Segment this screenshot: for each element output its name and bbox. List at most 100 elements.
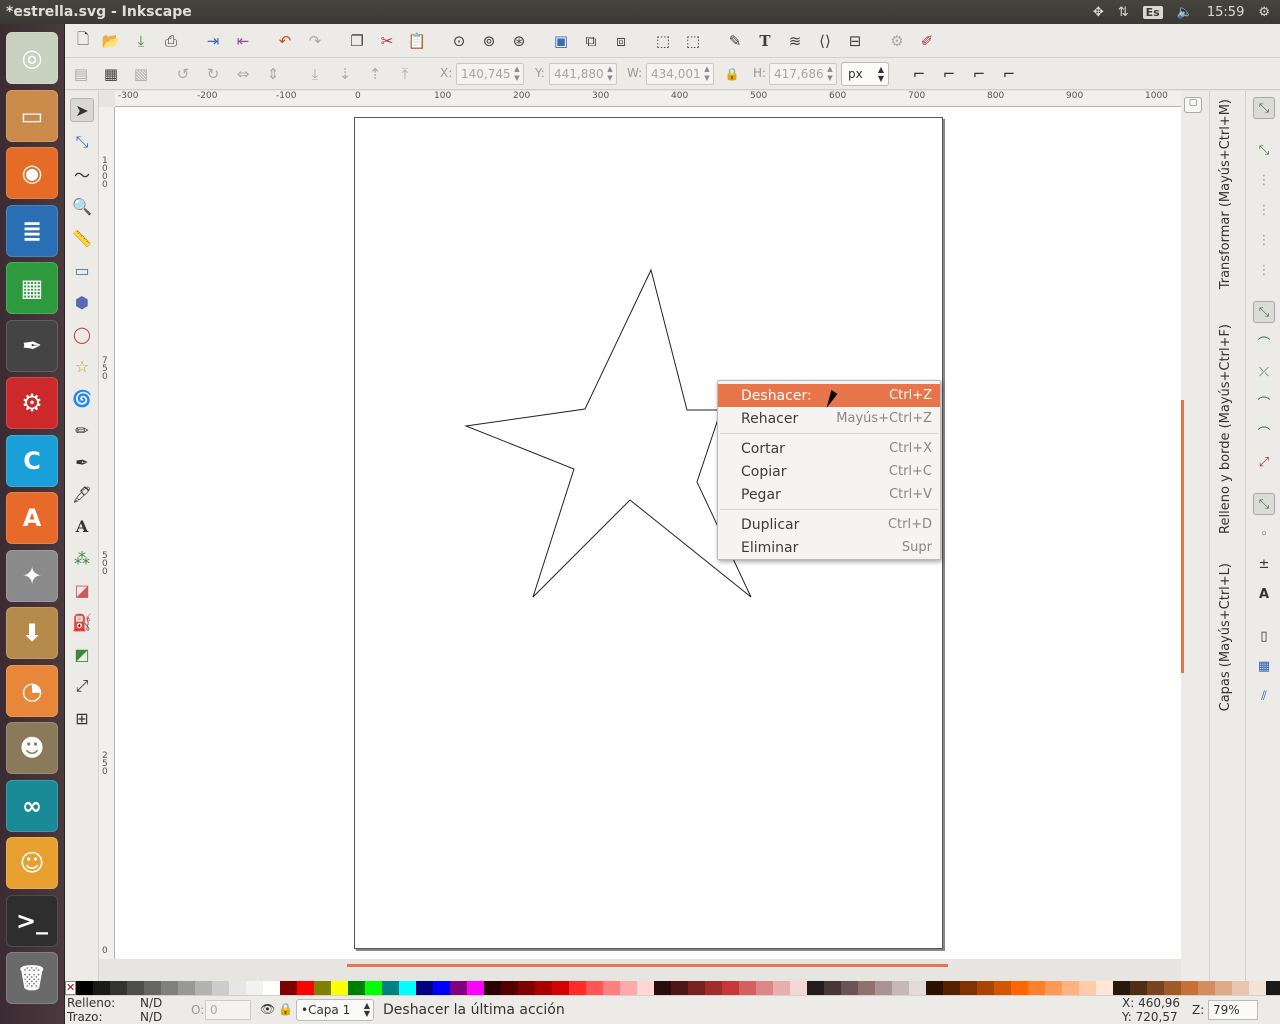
system-settings-icon[interactable]: ✦ [6,549,58,602]
menu-item-eliminar[interactable]: Eliminar Supr [718,536,940,559]
color-swatch[interactable] [824,981,842,995]
connector-tool-icon[interactable]: ⊞ [70,706,94,730]
lower-to-bottom-icon[interactable]: ⤓ [304,63,326,85]
open-file-icon[interactable]: 📂 [100,30,122,52]
dash-icon[interactable]: ◎ [6,32,58,84]
color-swatch[interactable] [994,981,1012,995]
files-icon[interactable]: ▭ [6,89,58,142]
snap-line-midpoints-icon[interactable]: ⤢ [1253,451,1275,473]
horizontal-ruler[interactable]: -300 -200 -100 0 100 200 300 400 500 600 700 800 900… [115,91,1181,107]
color-swatch[interactable] [654,981,672,995]
transform-dialog-tab[interactable]: Transformar (Mayús+Ctrl+M) [1218,99,1233,289]
color-swatch[interactable] [620,981,638,995]
keyboard-language-indicator[interactable]: Es [1142,5,1163,19]
snap-bbox-corner-icon[interactable]: ⋮ [1253,199,1275,221]
color-swatch[interactable] [1045,981,1063,995]
scratch-icon[interactable]: ☺ [6,837,58,889]
color-swatch[interactable] [161,981,179,995]
paint-bucket-tool-icon[interactable]: ⛽ [70,610,94,634]
group-icon[interactable]: ⬚ [652,30,674,52]
color-swatch[interactable] [569,981,587,995]
clock[interactable]: 15:59 [1207,5,1244,20]
3d-box-tool-icon[interactable]: ⬢ [70,290,94,314]
color-swatch[interactable] [1096,981,1114,995]
export-icon[interactable]: ⇤ [232,30,254,52]
zoom-selection-icon[interactable]: ⊙ [448,30,470,52]
color-swatch[interactable] [484,981,502,995]
snap-page-border-icon[interactable]: ▯ [1253,625,1275,647]
color-swatch[interactable] [144,981,162,995]
fill-stroke-dialog-icon[interactable]: ✎ [724,30,746,52]
dropbox-icon[interactable]: ✥ [1093,5,1104,20]
snap-guides-icon[interactable]: ⫽ [1253,685,1275,707]
color-swatch[interactable] [518,981,536,995]
rotate-cw-icon[interactable]: ↻ [202,63,224,85]
color-swatch[interactable] [960,981,978,995]
node-tool-icon[interactable]: ⤡ [70,130,94,154]
color-swatch[interactable] [1062,981,1080,995]
align-distribute-icon[interactable]: ⊟ [844,30,866,52]
toggle-lock-icon[interactable]: 🔒 [278,1002,293,1016]
color-swatch[interactable] [892,981,910,995]
horizontal-scroll-thumb[interactable] [347,964,948,967]
menu-item-duplicar[interactable]: Duplicar Ctrl+D [718,513,940,536]
width-field[interactable]: 434,001 ▲ ▼ [646,63,714,85]
snap-intersections-icon[interactable]: ⤫ [1253,361,1275,383]
color-swatch[interactable] [467,981,485,995]
eraser-tool-icon[interactable]: ◪ [70,578,94,602]
network-icon[interactable]: ⇅ [1118,5,1129,20]
color-swatch[interactable] [501,981,519,995]
scale-stroke-icon[interactable]: ⌐ [908,63,930,85]
import-icon[interactable]: ⇥ [202,30,224,52]
zoom-page-icon[interactable]: ⊛ [508,30,530,52]
spray-tool-icon[interactable]: ⁂ [70,546,94,570]
color-swatch[interactable] [399,981,417,995]
color-swatch[interactable] [943,981,961,995]
color-swatch[interactable] [535,981,553,995]
color-swatch[interactable] [1232,981,1250,995]
color-swatch[interactable] [739,981,757,995]
rotate-ccw-icon[interactable]: ↺ [172,63,194,85]
vertical-scrollbar[interactable]: ▢ [1181,91,1209,981]
flip-vertical-icon[interactable]: ⇕ [262,63,284,85]
color-swatch[interactable] [1011,981,1029,995]
text-font-dialog-icon[interactable]: T [754,30,776,52]
tweak-tool-icon[interactable]: 〜 [70,162,94,186]
rectangle-tool-icon[interactable]: ▭ [70,258,94,282]
calligraphy-tool-icon[interactable]: 🖋 [70,482,94,506]
color-swatch[interactable] [790,981,808,995]
color-swatch[interactable] [586,981,604,995]
snap-toggle-icon[interactable]: ⤡ [1253,97,1275,119]
volume-icon[interactable]: 🔈 [1177,5,1193,20]
session-gear-icon[interactable]: ⚙ [1258,5,1270,20]
w-spin[interactable]: ▲ ▼ [702,65,712,83]
blender-icon[interactable]: ◔ [6,664,58,717]
color-swatch[interactable] [263,981,281,995]
calc-icon[interactable]: ▦ [6,262,58,314]
color-swatch[interactable] [1181,981,1199,995]
color-swatch[interactable] [314,981,332,995]
color-swatch[interactable] [926,981,944,995]
y-spin[interactable]: ▲ ▼ [605,65,615,83]
snap-cusp-nodes-icon[interactable]: ⌒ [1253,391,1275,413]
select-all-icon[interactable]: ▤ [70,63,92,85]
color-swatch[interactable] [450,981,468,995]
color-swatch[interactable] [1130,981,1148,995]
preferences-icon[interactable]: ⚙ [886,30,908,52]
undo-icon[interactable]: ↶ [274,30,296,52]
raise-icon[interactable]: ⇡ [364,63,386,85]
drawing-canvas[interactable] [115,107,1181,959]
snap-smooth-nodes-icon[interactable]: ⌒ [1253,421,1275,443]
software-center-icon[interactable]: A [6,492,58,544]
select-all-layers-icon[interactable]: ▦ [100,63,122,85]
raise-to-top-icon[interactable]: ⤒ [394,63,416,85]
duplicate-icon[interactable]: ▣ [550,30,572,52]
copy-icon[interactable]: ❐ [346,30,368,52]
color-swatch[interactable] [1266,981,1280,995]
color-swatch[interactable] [348,981,366,995]
menu-item-cortar[interactable]: Cortar Ctrl+X [718,437,940,460]
x-field[interactable]: 140,745 ▲ ▼ [456,63,524,85]
color-swatch[interactable] [212,981,230,995]
transform-gradients-icon[interactable]: ⌐ [968,63,990,85]
measure-tool-icon[interactable]: 📏 [70,226,94,250]
